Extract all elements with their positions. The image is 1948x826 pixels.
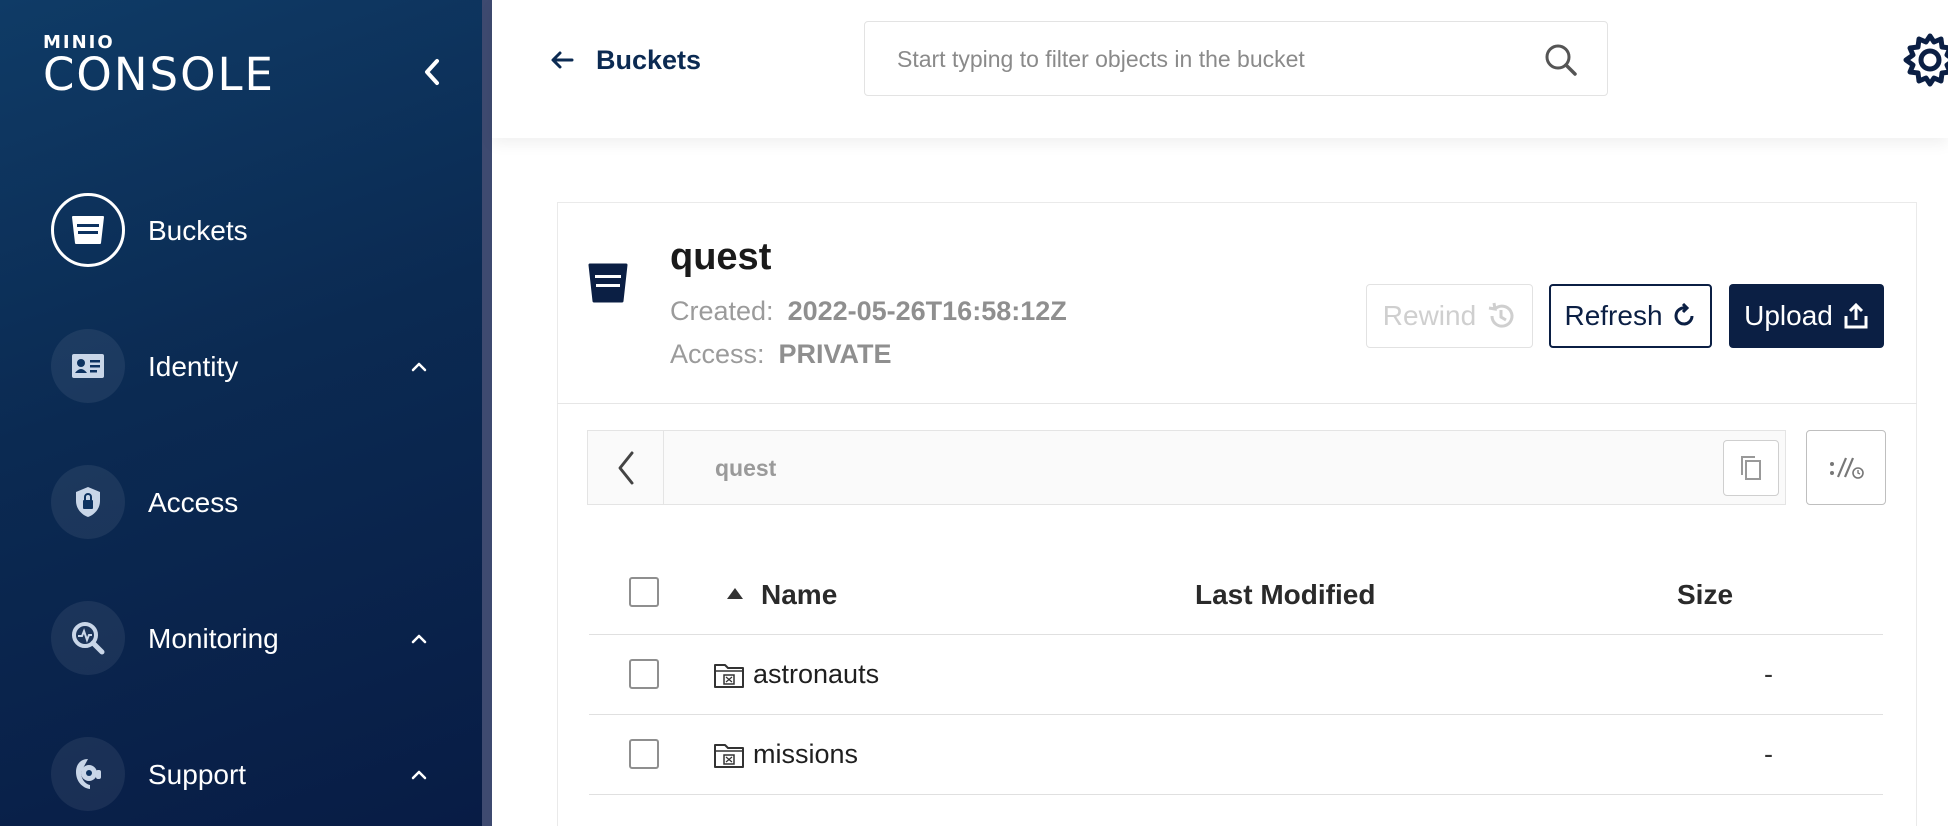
- minio-console-logo: MINIO CONSOLE: [43, 34, 275, 98]
- sidebar: MINIO CONSOLE Buckets Identity Access Mo…: [0, 0, 482, 826]
- sidebar-edge: [482, 0, 492, 826]
- chevron-left-icon: [425, 59, 439, 85]
- rewind-button[interactable]: Rewind: [1366, 284, 1533, 348]
- table-header: Name Last Modified Size: [589, 555, 1883, 635]
- folder-icon: [714, 664, 744, 688]
- collapse-sidebar-button[interactable]: [418, 54, 446, 90]
- sidebar-item-label: Monitoring: [148, 623, 279, 654]
- created-label: Created:: [670, 296, 774, 326]
- support-icon-circle: [51, 737, 125, 811]
- gear-icon[interactable]: [1900, 30, 1948, 90]
- upload-label: Upload: [1744, 300, 1833, 331]
- path-history-icon: [1830, 457, 1864, 479]
- search-input[interactable]: [897, 44, 1517, 74]
- arrow-left-icon: [551, 51, 574, 69]
- id-card-icon: [72, 354, 104, 378]
- breadcrumb-back-button[interactable]: [588, 431, 664, 504]
- chevron-up-icon: [411, 362, 427, 372]
- back-link-label: Buckets: [596, 44, 702, 75]
- sidebar-item-label: Access: [148, 487, 239, 518]
- column-header-size[interactable]: Size: [1677, 579, 1733, 611]
- copy-icon: [1741, 456, 1761, 480]
- breadcrumb-path[interactable]: quest: [715, 455, 776, 482]
- bucket-icon: [72, 216, 104, 244]
- row-checkbox[interactable]: [629, 739, 659, 769]
- logo-big-text: CONSOLE: [43, 48, 275, 101]
- refresh-icon: [1674, 303, 1694, 326]
- panel-divider: [557, 403, 1917, 404]
- row-checkbox[interactable]: [629, 659, 659, 689]
- path-history-button[interactable]: [1806, 430, 1886, 505]
- sidebar-item-access[interactable]: Access: [0, 455, 482, 551]
- column-header-last-modified[interactable]: Last Modified: [1195, 579, 1375, 611]
- search-icon[interactable]: [1541, 40, 1581, 80]
- refresh-label: Refresh: [1564, 300, 1663, 331]
- bucket-icon-circle: [51, 193, 125, 267]
- bucket-icon: [588, 263, 628, 303]
- history-icon: [1488, 302, 1514, 328]
- folder-icon: [714, 744, 744, 768]
- row-size: -: [1764, 659, 1773, 689]
- sort-ascending-icon[interactable]: [725, 585, 745, 601]
- identity-icon-circle: [51, 329, 125, 403]
- access-value: PRIVATE: [778, 339, 892, 369]
- chevron-up-icon: [411, 770, 427, 780]
- table-row[interactable]: missions -: [589, 715, 1883, 795]
- access-icon-circle: [51, 465, 125, 539]
- table-row[interactable]: astronauts -: [589, 635, 1883, 715]
- breadcrumb: quest: [587, 430, 1786, 505]
- sidebar-item-support[interactable]: Support: [0, 727, 482, 823]
- upload-icon: [1844, 302, 1868, 329]
- row-name: astronauts: [753, 659, 880, 689]
- access-label: Access:: [670, 339, 765, 369]
- chevron-left-icon: [618, 451, 633, 484]
- sidebar-item-label: Buckets: [148, 215, 248, 246]
- column-header-name[interactable]: Name: [761, 579, 837, 611]
- monitor-search-icon: [72, 622, 105, 655]
- sidebar-item-label: Support: [148, 759, 247, 790]
- objects-table: Name Last Modified Size astronauts - mis…: [589, 555, 1883, 795]
- sidebar-item-label: Identity: [148, 351, 239, 382]
- bucket-meta: Created: 2022-05-26T16:58:12Z Access: PRIVA…: [670, 290, 1130, 376]
- object-filter-search: [864, 21, 1608, 96]
- select-all-checkbox[interactable]: [629, 577, 659, 607]
- back-to-buckets-link[interactable]: Buckets: [550, 40, 701, 80]
- headset-icon: [76, 759, 101, 789]
- shield-lock-icon: [76, 487, 100, 517]
- row-name: missions: [753, 739, 859, 769]
- sidebar-item-identity[interactable]: Identity: [0, 319, 482, 415]
- sidebar-item-monitoring[interactable]: Monitoring: [0, 591, 482, 687]
- monitoring-icon-circle: [51, 601, 125, 675]
- upload-button[interactable]: Upload: [1729, 284, 1884, 348]
- row-size: -: [1764, 739, 1773, 769]
- refresh-button[interactable]: Refresh: [1549, 284, 1712, 348]
- sidebar-item-buckets[interactable]: Buckets: [0, 183, 482, 279]
- bucket-title: quest: [670, 236, 772, 278]
- rewind-label: Rewind: [1382, 300, 1477, 331]
- copy-path-button[interactable]: [1723, 440, 1779, 496]
- chevron-up-icon: [411, 634, 427, 644]
- created-value: 2022-05-26T16:58:12Z: [787, 296, 1067, 326]
